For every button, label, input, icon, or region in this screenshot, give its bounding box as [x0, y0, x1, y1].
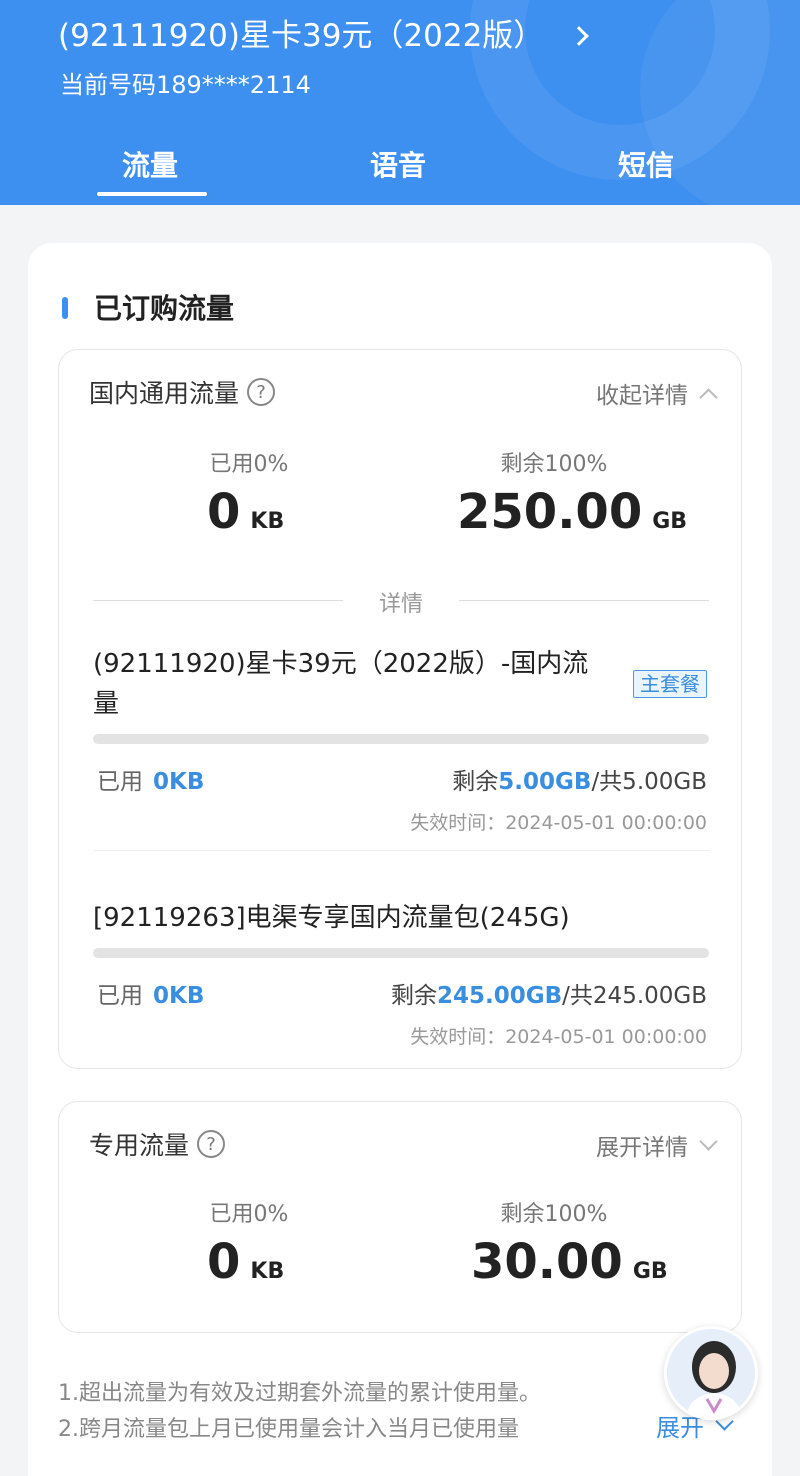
package-expire-time: 失效时间：2024-05-01 00:00:00 — [410, 812, 707, 834]
details-divider: 详情 — [93, 586, 709, 617]
section-title: 已订购流量 — [94, 292, 235, 325]
package-name: [92119263]电渠专享国内流量包(245G) — [93, 903, 570, 933]
details-divider-label: 详情 — [378, 592, 423, 617]
used-percent-label: 已用0% — [209, 452, 289, 477]
collapse-details-button[interactable]: 收起详情 — [596, 376, 718, 410]
package-remain-value: 5.00GB — [498, 769, 592, 795]
package-remain-label: 剩余 — [391, 983, 437, 1009]
remain-amount-value: 250.00 — [457, 484, 643, 540]
expand-details-button[interactable]: 展开详情 — [596, 1128, 718, 1162]
tab-sms[interactable]: 短信 — [618, 144, 674, 184]
active-tab-indicator — [97, 192, 207, 196]
package-expire-time: 失效时间：2024-05-01 00:00:00 — [410, 1026, 707, 1048]
plan-title[interactable]: (92111920)星卡39元（2022版） — [58, 14, 590, 58]
package-remain-label: 剩余 — [452, 769, 499, 795]
remain-percent-label: 剩余100% — [500, 452, 608, 477]
remain-amount: 250.00 GB — [457, 484, 687, 540]
help-icon[interactable]: ? — [197, 1130, 226, 1158]
package-used: 已用 0KB — [97, 976, 204, 1010]
remain-amount-unit: GB — [632, 1259, 668, 1284]
used-amount-value: 0 — [207, 1234, 241, 1290]
package-remain: 剩余245.00GB/共245.00GB — [391, 976, 707, 1010]
package-progress-bar — [93, 734, 709, 744]
domestic-traffic-card: 国内通用流量 ? 收起详情 已用0% 0 KB 剩余100% 250.00 GB… — [58, 349, 742, 1069]
chevron-up-icon — [699, 387, 718, 407]
used-amount-unit: KB — [250, 1259, 285, 1284]
package-remain-value: 245.00GB — [437, 983, 563, 1009]
note-line: 1.超出流量为有效及过期套外流量的累计使用量。 — [58, 1381, 541, 1406]
note-line: 2.跨月流量包上月已使用量会计入当月已使用量 — [58, 1417, 519, 1442]
plan-title-text: (92111920)星卡39元（2022版） — [58, 18, 545, 54]
package-used-value: 0KB — [153, 769, 205, 795]
main-card: 已订购流量 国内通用流量 ? 收起详情 已用0% 0 KB 剩余100% 250… — [28, 243, 772, 1476]
tab-voice[interactable]: 语音 — [370, 144, 426, 184]
remain-amount: 30.00 GB — [471, 1234, 668, 1290]
package-used-label: 已用 — [97, 983, 143, 1009]
dedicated-traffic-title: 专用流量 — [89, 1131, 190, 1160]
chevron-right-icon — [569, 26, 590, 46]
header: (92111920)星卡39元（2022版） 当前号码189****2114 流… — [0, 0, 800, 205]
remain-amount-value: 30.00 — [471, 1234, 623, 1290]
package-total: /共5.00GB — [591, 769, 707, 795]
remain-percent-label: 剩余100% — [500, 1202, 608, 1227]
package-name: (92111920)星卡39元（2022版）-国内流量 — [93, 649, 589, 719]
dedicated-traffic-header: 专用流量 ? — [89, 1126, 226, 1162]
used-amount: 0 KB — [207, 484, 284, 540]
dedicated-traffic-card: 专用流量 ? 展开详情 已用0% 0 KB 剩余100% 30.00 GB — [58, 1101, 742, 1333]
package-progress-bar — [93, 948, 709, 958]
package-separator — [93, 850, 709, 851]
used-percent-label: 已用0% — [209, 1202, 289, 1227]
tab-data[interactable]: 流量 — [122, 144, 178, 184]
used-amount: 0 KB — [207, 1234, 284, 1290]
package-used-label: 已用 — [97, 769, 143, 795]
domestic-traffic-title: 国内通用流量 — [89, 379, 240, 408]
assistant-avatar[interactable] — [664, 1326, 758, 1420]
domestic-traffic-header: 国内通用流量 ? — [89, 374, 276, 410]
notes: 1.超出流量为有效及过期套外流量的累计使用量。 2.跨月流量包上月已使用量会计入… — [58, 1376, 541, 1448]
phone-number: 当前号码189****2114 — [60, 71, 311, 99]
package-total: /共245.00GB — [562, 983, 707, 1009]
expand-details-label: 展开详情 — [596, 1135, 688, 1161]
remain-amount-unit: GB — [652, 509, 688, 534]
collapse-details-label: 收起详情 — [596, 383, 688, 409]
section-marker — [62, 297, 68, 319]
package-remain: 剩余5.00GB/共5.00GB — [452, 762, 707, 796]
package-used-value: 0KB — [153, 983, 205, 1009]
divider-line-right — [459, 600, 709, 601]
used-amount-unit: KB — [250, 509, 285, 534]
package-used: 已用 0KB — [97, 762, 204, 796]
help-icon[interactable]: ? — [247, 378, 276, 406]
chevron-down-icon — [699, 1131, 718, 1151]
tab-bar: 流量 语音 短信 — [0, 140, 800, 200]
main-plan-badge: 主套餐 — [633, 670, 707, 698]
used-amount-value: 0 — [207, 484, 241, 540]
